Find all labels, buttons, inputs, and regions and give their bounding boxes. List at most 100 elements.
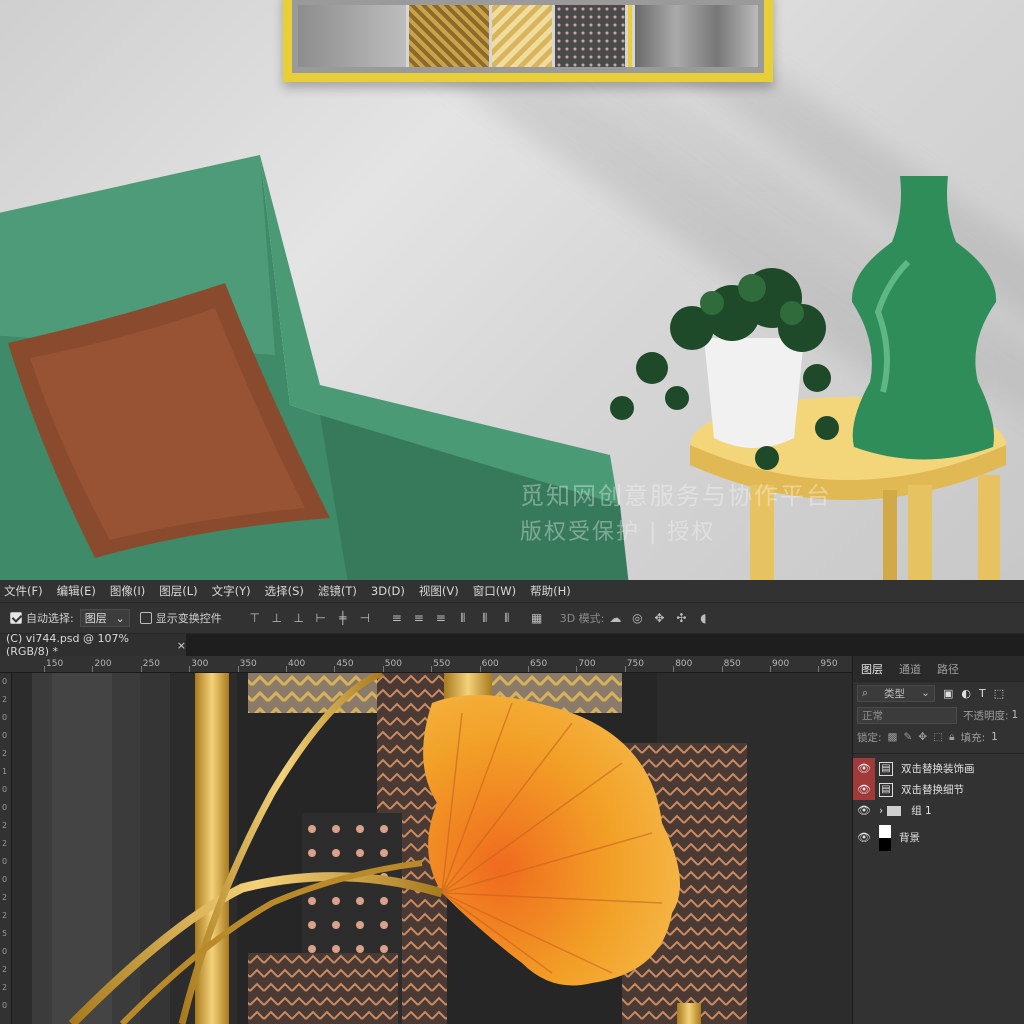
layers-panel-tabs: 图层 通道 路径 [853, 656, 1024, 682]
visibility-eye-icon[interactable]: 👁︎ [853, 827, 875, 848]
ruler-tick [528, 666, 529, 672]
fill-value[interactable]: 1 [991, 731, 998, 743]
distribute-left-icon[interactable]: ⦀ [456, 611, 470, 625]
vertical-ruler-label: 2 [2, 695, 8, 704]
ruler-label: 800 [675, 659, 693, 669]
auto-select-dropdown[interactable]: 图层 ⌄ [79, 609, 130, 627]
show-transform-checkbox[interactable] [139, 612, 152, 624]
distribute-bottom-icon[interactable]: ≡ [434, 611, 448, 625]
ruler-label: 350 [239, 659, 257, 669]
ruler-tick [818, 666, 820, 672]
ruler-tick [624, 666, 626, 672]
vertical-ruler-label: 2 [2, 893, 8, 902]
artboard-lock-icon[interactable]: ⬚ [933, 731, 943, 743]
document-tab[interactable]: (C) vi744.psd @ 107%(RGB/8) * × [0, 632, 186, 658]
chevron-down-icon: ⌄ [921, 687, 930, 699]
ruler-tick [140, 666, 142, 672]
lock-transparent-icon[interactable]: ▩ [888, 731, 898, 743]
lock-all-icon[interactable]: 🔒︎ [949, 731, 955, 744]
vertical-ruler-label: 0 [2, 731, 8, 740]
vertical-ruler-label: 0 [2, 947, 8, 956]
panel-tab[interactable]: 通道 [899, 661, 921, 677]
align-vcenter-icon[interactable]: ⊥ [270, 611, 284, 625]
slide-3d-icon[interactable]: ✣ [674, 611, 688, 625]
layer-row[interactable]: 👁︎ › 组 1 [853, 800, 1024, 821]
type-filter-icon[interactable]: T [979, 687, 986, 700]
vertical-ruler-label: 2 [2, 821, 8, 830]
ruler-label: 600 [481, 659, 499, 669]
menu-item[interactable]: 选择(S) [265, 583, 304, 599]
distribute-vcenter-icon[interactable]: ≡ [412, 611, 426, 625]
menu-item[interactable]: 窗口(W) [473, 583, 516, 599]
visibility-eye-icon[interactable]: 👁︎ [853, 800, 875, 821]
distribute-hcenter-icon[interactable]: ⦀ [478, 611, 492, 625]
vertical-ruler-label: 1 [2, 767, 8, 776]
menu-item[interactable]: 编辑(E) [57, 583, 96, 599]
visibility-eye-icon[interactable]: 👁︎ [853, 758, 875, 779]
chevron-down-icon: ⌄ [115, 611, 125, 625]
opacity-value[interactable]: 1 [1012, 709, 1019, 721]
ruler-label: 500 [384, 659, 402, 669]
close-icon[interactable]: × [177, 639, 186, 652]
camera-3d-icon[interactable]: ◖ [696, 611, 710, 625]
ruler-label: 750 [626, 659, 644, 669]
layer-filter-dropdown[interactable]: ⌕ 类型 ⌄ [857, 684, 935, 702]
adjustment-filter-icon[interactable]: ◐ [961, 687, 971, 700]
pixel-filter-icon[interactable]: ▣ [943, 687, 953, 700]
panel-tab[interactable]: 路径 [937, 661, 959, 677]
document-canvas[interactable] [12, 673, 852, 1024]
auto-select-value: 图层 [84, 612, 107, 625]
menu-item[interactable]: 文字(Y) [212, 583, 251, 599]
align-hcenter-icon[interactable]: ╪ [336, 611, 350, 625]
vertical-ruler-label: 0 [2, 857, 8, 866]
layer-name: 组 1 [911, 805, 932, 817]
room-mockup: 觅知网创意服务与协作平台 版权受保护 | 授权 [0, 0, 1024, 580]
layer-row[interactable]: 👁︎ 背景 [853, 824, 1024, 851]
menu-item[interactable]: 文件(F) [4, 583, 43, 599]
distribute-right-icon[interactable]: ⦀ [500, 611, 514, 625]
layer-row[interactable]: 👁︎ ▤ 双击替换细节 [853, 779, 1024, 800]
align-top-icon[interactable]: ⊤ [248, 611, 262, 625]
align-bottom-icon[interactable]: ⊥ [292, 611, 306, 625]
lock-pixels-icon[interactable]: ✎ [903, 731, 912, 743]
menu-item[interactable]: 视图(V) [419, 583, 459, 599]
menu-item[interactable]: 图层(L) [159, 583, 197, 599]
lock-position-icon[interactable]: ✥ [918, 731, 927, 743]
ruler-tick [382, 666, 384, 672]
layer-row[interactable]: 👁︎ ▤ 双击替换装饰画 [853, 758, 1024, 779]
align-right-icon[interactable]: ⊣ [358, 611, 372, 625]
ruler-tick [770, 666, 771, 672]
chevron-right-icon[interactable]: › [879, 805, 883, 817]
horizontal-ruler[interactable]: 150 200 250 300 350 400 450 500 550 600 650 700 750 8… [0, 656, 852, 673]
menu-item[interactable]: 图像(I) [110, 583, 145, 599]
layer-list: 👁︎ ▤ 双击替换装饰画 👁︎ ▤ 双击替换细节 👁︎ › 组 1 👁︎ 背景 [853, 754, 1024, 851]
shape-filter-icon[interactable]: ⬚ [994, 687, 1004, 700]
3d-mode-label: 3D 模式: [559, 612, 605, 625]
menu-item[interactable]: 3D(D) [371, 584, 405, 598]
align-left-icon[interactable]: ⊢ [314, 611, 328, 625]
menu-item[interactable]: 帮助(H) [530, 583, 571, 599]
auto-select-label: 自动选择: [26, 612, 74, 625]
ruler-tick [189, 666, 191, 672]
ruler-label: 950 [820, 659, 838, 669]
screenshot-root: 觅知网创意服务与协作平台 版权受保护 | 授权 文件(F) 编辑(E) 图像(I) 图… [0, 0, 1024, 1024]
menu-item[interactable]: 滤镜(T) [318, 583, 357, 599]
panel-tab[interactable]: 图层 [861, 661, 883, 677]
vertical-ruler[interactable]: 0 2 0 0 2 1 0 0 2 2 0 0 2 2 5 0 2 2 0 [0, 673, 12, 1024]
folder-icon [887, 805, 902, 816]
auto-select-checkbox[interactable] [10, 612, 22, 624]
distribute-top-icon[interactable]: ≡ [390, 611, 404, 625]
ruler-tick [673, 666, 675, 672]
vertical-ruler-label: 2 [2, 749, 8, 758]
pan-3d-icon[interactable]: ✥ [652, 611, 666, 625]
visibility-eye-icon[interactable]: 👁︎ [853, 779, 875, 800]
show-transform-label: 显示变换控件 [155, 612, 222, 625]
ruler-label: 450 [336, 659, 354, 669]
vertical-ruler-label: 2 [2, 965, 8, 974]
vertical-ruler-label: 2 [2, 983, 8, 992]
orbit-3d-icon[interactable]: ☁ [608, 611, 622, 625]
lock-row: 锁定: ▩ ✎ ✥ ⬚ 🔒︎ 填充: 1 [853, 726, 1024, 748]
roll-3d-icon[interactable]: ◎ [630, 611, 644, 625]
blend-mode-dropdown[interactable]: 正常 [857, 706, 957, 724]
auto-align-icon[interactable]: ▦ [530, 611, 544, 625]
